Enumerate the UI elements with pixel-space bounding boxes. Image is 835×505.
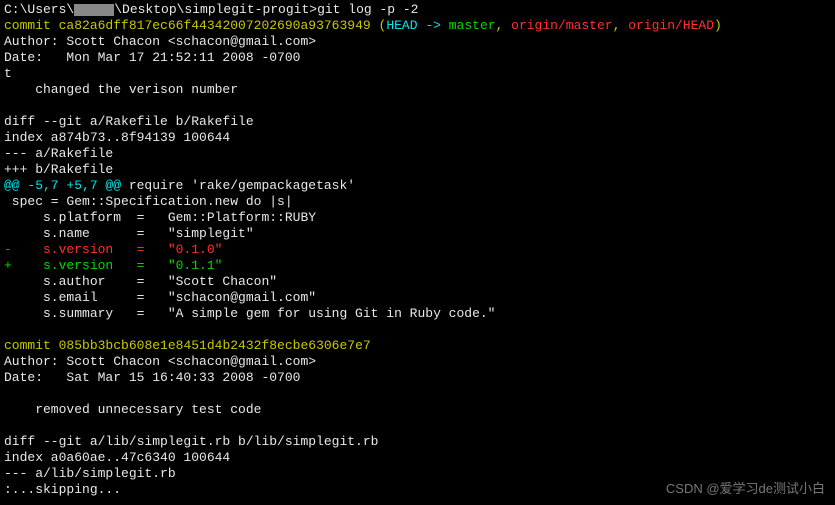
minus-file: --- a/Rakefile bbox=[4, 146, 831, 162]
blank-line bbox=[4, 418, 831, 434]
origin-head: origin/HEAD bbox=[628, 18, 714, 33]
diff2-header: diff --git a/lib/simplegit.rb b/lib/simp… bbox=[4, 434, 831, 450]
hunk-range: @@ -5,7 +5,7 @@ bbox=[4, 178, 121, 193]
origin-master: origin/master bbox=[511, 18, 612, 33]
commit1-message: changed the verison number bbox=[4, 82, 831, 98]
commit2-author: Author: Scott Chacon <schacon@gmail.com> bbox=[4, 354, 831, 370]
commit1-hash: ca82a6dff817ec66f44342007202690a93763949 bbox=[59, 18, 371, 33]
diff-added-line: + s.version = "0.1.1" bbox=[4, 258, 831, 274]
commit2-date: Date: Sat Mar 15 16:40:33 2008 -0700 bbox=[4, 370, 831, 386]
commit-label: commit bbox=[4, 338, 51, 353]
commit2-header: commit 085bb3bcb608e1e8451d4b2432f8ecbe6… bbox=[4, 338, 831, 354]
hunk-context: require 'rake/gempackagetask' bbox=[121, 178, 355, 193]
command-text: git log -p -2 bbox=[317, 2, 418, 17]
commit-label: commit bbox=[4, 18, 51, 33]
diff-context-name: s.name = "simplegit" bbox=[4, 226, 831, 242]
diff-header: diff --git a/Rakefile b/Rakefile bbox=[4, 114, 831, 130]
hunk-header: @@ -5,7 +5,7 @@ require 'rake/gempackage… bbox=[4, 178, 831, 194]
index2-line: index a0a60ae..47c6340 100644 bbox=[4, 450, 831, 466]
commit1-author: Author: Scott Chacon <schacon@gmail.com> bbox=[4, 34, 831, 50]
diff-context-spec: spec = Gem::Specification.new do |s| bbox=[4, 194, 831, 210]
commit1-date: Date: Mon Mar 17 21:52:11 2008 -0700 bbox=[4, 50, 831, 66]
master-branch: master bbox=[449, 18, 496, 33]
commit2-hash: 085bb3bcb608e1e8451d4b2432f8ecbe6306e7e7 bbox=[59, 338, 371, 353]
redacted-user bbox=[74, 4, 114, 16]
commit2-message: removed unnecessary test code bbox=[4, 402, 831, 418]
head-ref: HEAD -> bbox=[386, 18, 448, 33]
blank-line bbox=[4, 98, 831, 114]
minus2-file: --- a/lib/simplegit.rb bbox=[4, 466, 831, 482]
diff-context-author: s.author = "Scott Chacon" bbox=[4, 274, 831, 290]
trailing-t: t bbox=[4, 66, 831, 82]
ref-close: ) bbox=[714, 18, 722, 33]
diff-removed-line: - s.version = "0.1.0" bbox=[4, 242, 831, 258]
diff-context-platform: s.platform = Gem::Platform::RUBY bbox=[4, 210, 831, 226]
blank-line bbox=[4, 322, 831, 338]
prompt-suffix: \Desktop\simplegit-progit> bbox=[114, 2, 317, 17]
watermark: CSDN @爱学习de测试小白 bbox=[666, 481, 825, 497]
plus-file: +++ b/Rakefile bbox=[4, 162, 831, 178]
diff-context-summary: s.summary = "A simple gem for using Git … bbox=[4, 306, 831, 322]
index-line: index a874b73..8f94139 100644 bbox=[4, 130, 831, 146]
blank-line bbox=[4, 386, 831, 402]
commit1-header: commit ca82a6dff817ec66f44342007202690a9… bbox=[4, 18, 831, 34]
command-prompt-line: C:\Users\ \Desktop\simplegit-progit>git l… bbox=[4, 2, 831, 18]
prompt-prefix: C:\Users\ bbox=[4, 2, 74, 17]
diff-context-email: s.email = "schacon@gmail.com" bbox=[4, 290, 831, 306]
